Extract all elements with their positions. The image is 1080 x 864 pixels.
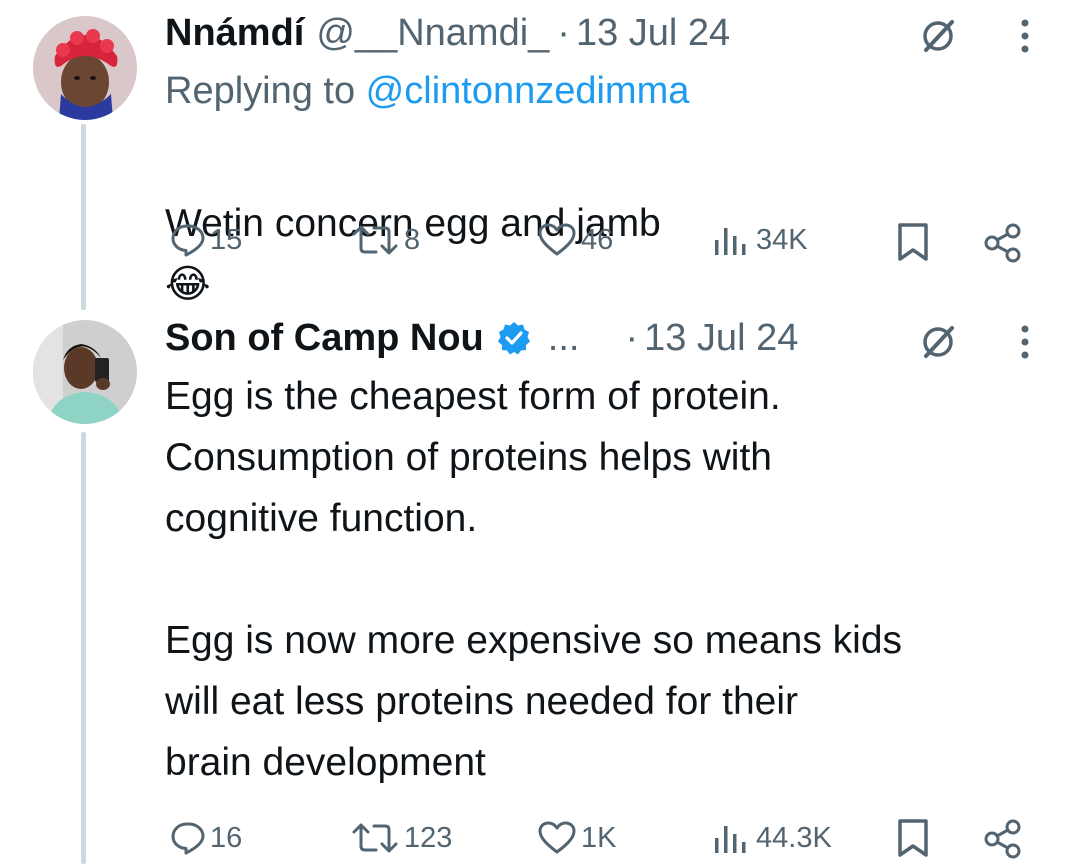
grok-icon[interactable] (918, 322, 958, 362)
author-handle[interactable]: @__Nnamdi_ (316, 12, 549, 55)
share-icon[interactable] (982, 222, 1024, 264)
repost-button[interactable]: 8 (350, 222, 420, 258)
views-button[interactable]: 44.3K (712, 820, 832, 856)
avatar-red-hat-icon (33, 16, 137, 120)
more-options-icon[interactable] (1019, 322, 1031, 362)
reply-count: 16 (210, 821, 243, 854)
author-name[interactable]: Son of Camp Nou (165, 317, 484, 360)
like-button[interactable]: 46 (537, 222, 613, 258)
truncated-handle: ... (547, 316, 580, 359)
thread-line-top (81, 124, 86, 310)
separator-dot: · (557, 11, 570, 54)
bookmark-icon[interactable] (895, 222, 931, 262)
replying-prefix: Replying to (165, 70, 366, 112)
analytics-icon (715, 228, 746, 255)
laughing-emoji: 😂 (165, 262, 211, 307)
tweet-text: Egg is the cheapest form of protein. Con… (165, 375, 903, 784)
repost-button[interactable]: 123 (350, 820, 452, 856)
repost-icon (352, 225, 398, 255)
grok-icon[interactable] (918, 16, 958, 56)
like-button[interactable]: 1K (537, 820, 616, 856)
like-count: 46 (581, 223, 614, 256)
tweet-date[interactable]: 13 Jul 24 (576, 12, 730, 55)
repost-count: 123 (404, 821, 453, 854)
heart-icon (538, 821, 576, 854)
reply-icon (171, 822, 205, 855)
avatar[interactable] (33, 320, 137, 424)
reply-icon (171, 224, 205, 257)
separator-dot: · (625, 316, 639, 359)
replying-to: Replying to @clintonnzedimma (165, 70, 689, 113)
views-button[interactable]: 34K (712, 222, 808, 258)
like-count: 1K (581, 821, 617, 854)
more-options-icon[interactable] (1019, 16, 1031, 56)
share-icon[interactable] (982, 818, 1024, 860)
reply-button[interactable]: 15 (170, 222, 242, 258)
bookmark-icon[interactable] (895, 818, 931, 858)
reply-button[interactable]: 16 (170, 820, 242, 856)
tweet-date[interactable]: 13 Jul 24 (644, 317, 798, 360)
avatar[interactable] (33, 16, 137, 120)
analytics-icon (715, 826, 746, 853)
thread-line-bottom (81, 432, 86, 864)
tweet-header: Son of Camp Nou ... · 13 Jul 24 (165, 313, 798, 363)
verified-badge-icon (497, 322, 530, 355)
heart-icon (538, 223, 576, 256)
author-name[interactable]: Nnámdí (165, 12, 304, 55)
repost-count: 8 (404, 223, 421, 256)
views-count: 44.3K (756, 821, 832, 854)
tweet-header: Nnámdí @__Nnamdi_ · 13 Jul 24 (165, 8, 730, 58)
avatar-mirror-selfie-icon (33, 320, 137, 424)
views-count: 34K (756, 223, 808, 256)
repost-icon (352, 823, 398, 853)
reply-count: 15 (210, 223, 243, 256)
mention-link[interactable]: @clintonnzedimma (366, 70, 690, 112)
